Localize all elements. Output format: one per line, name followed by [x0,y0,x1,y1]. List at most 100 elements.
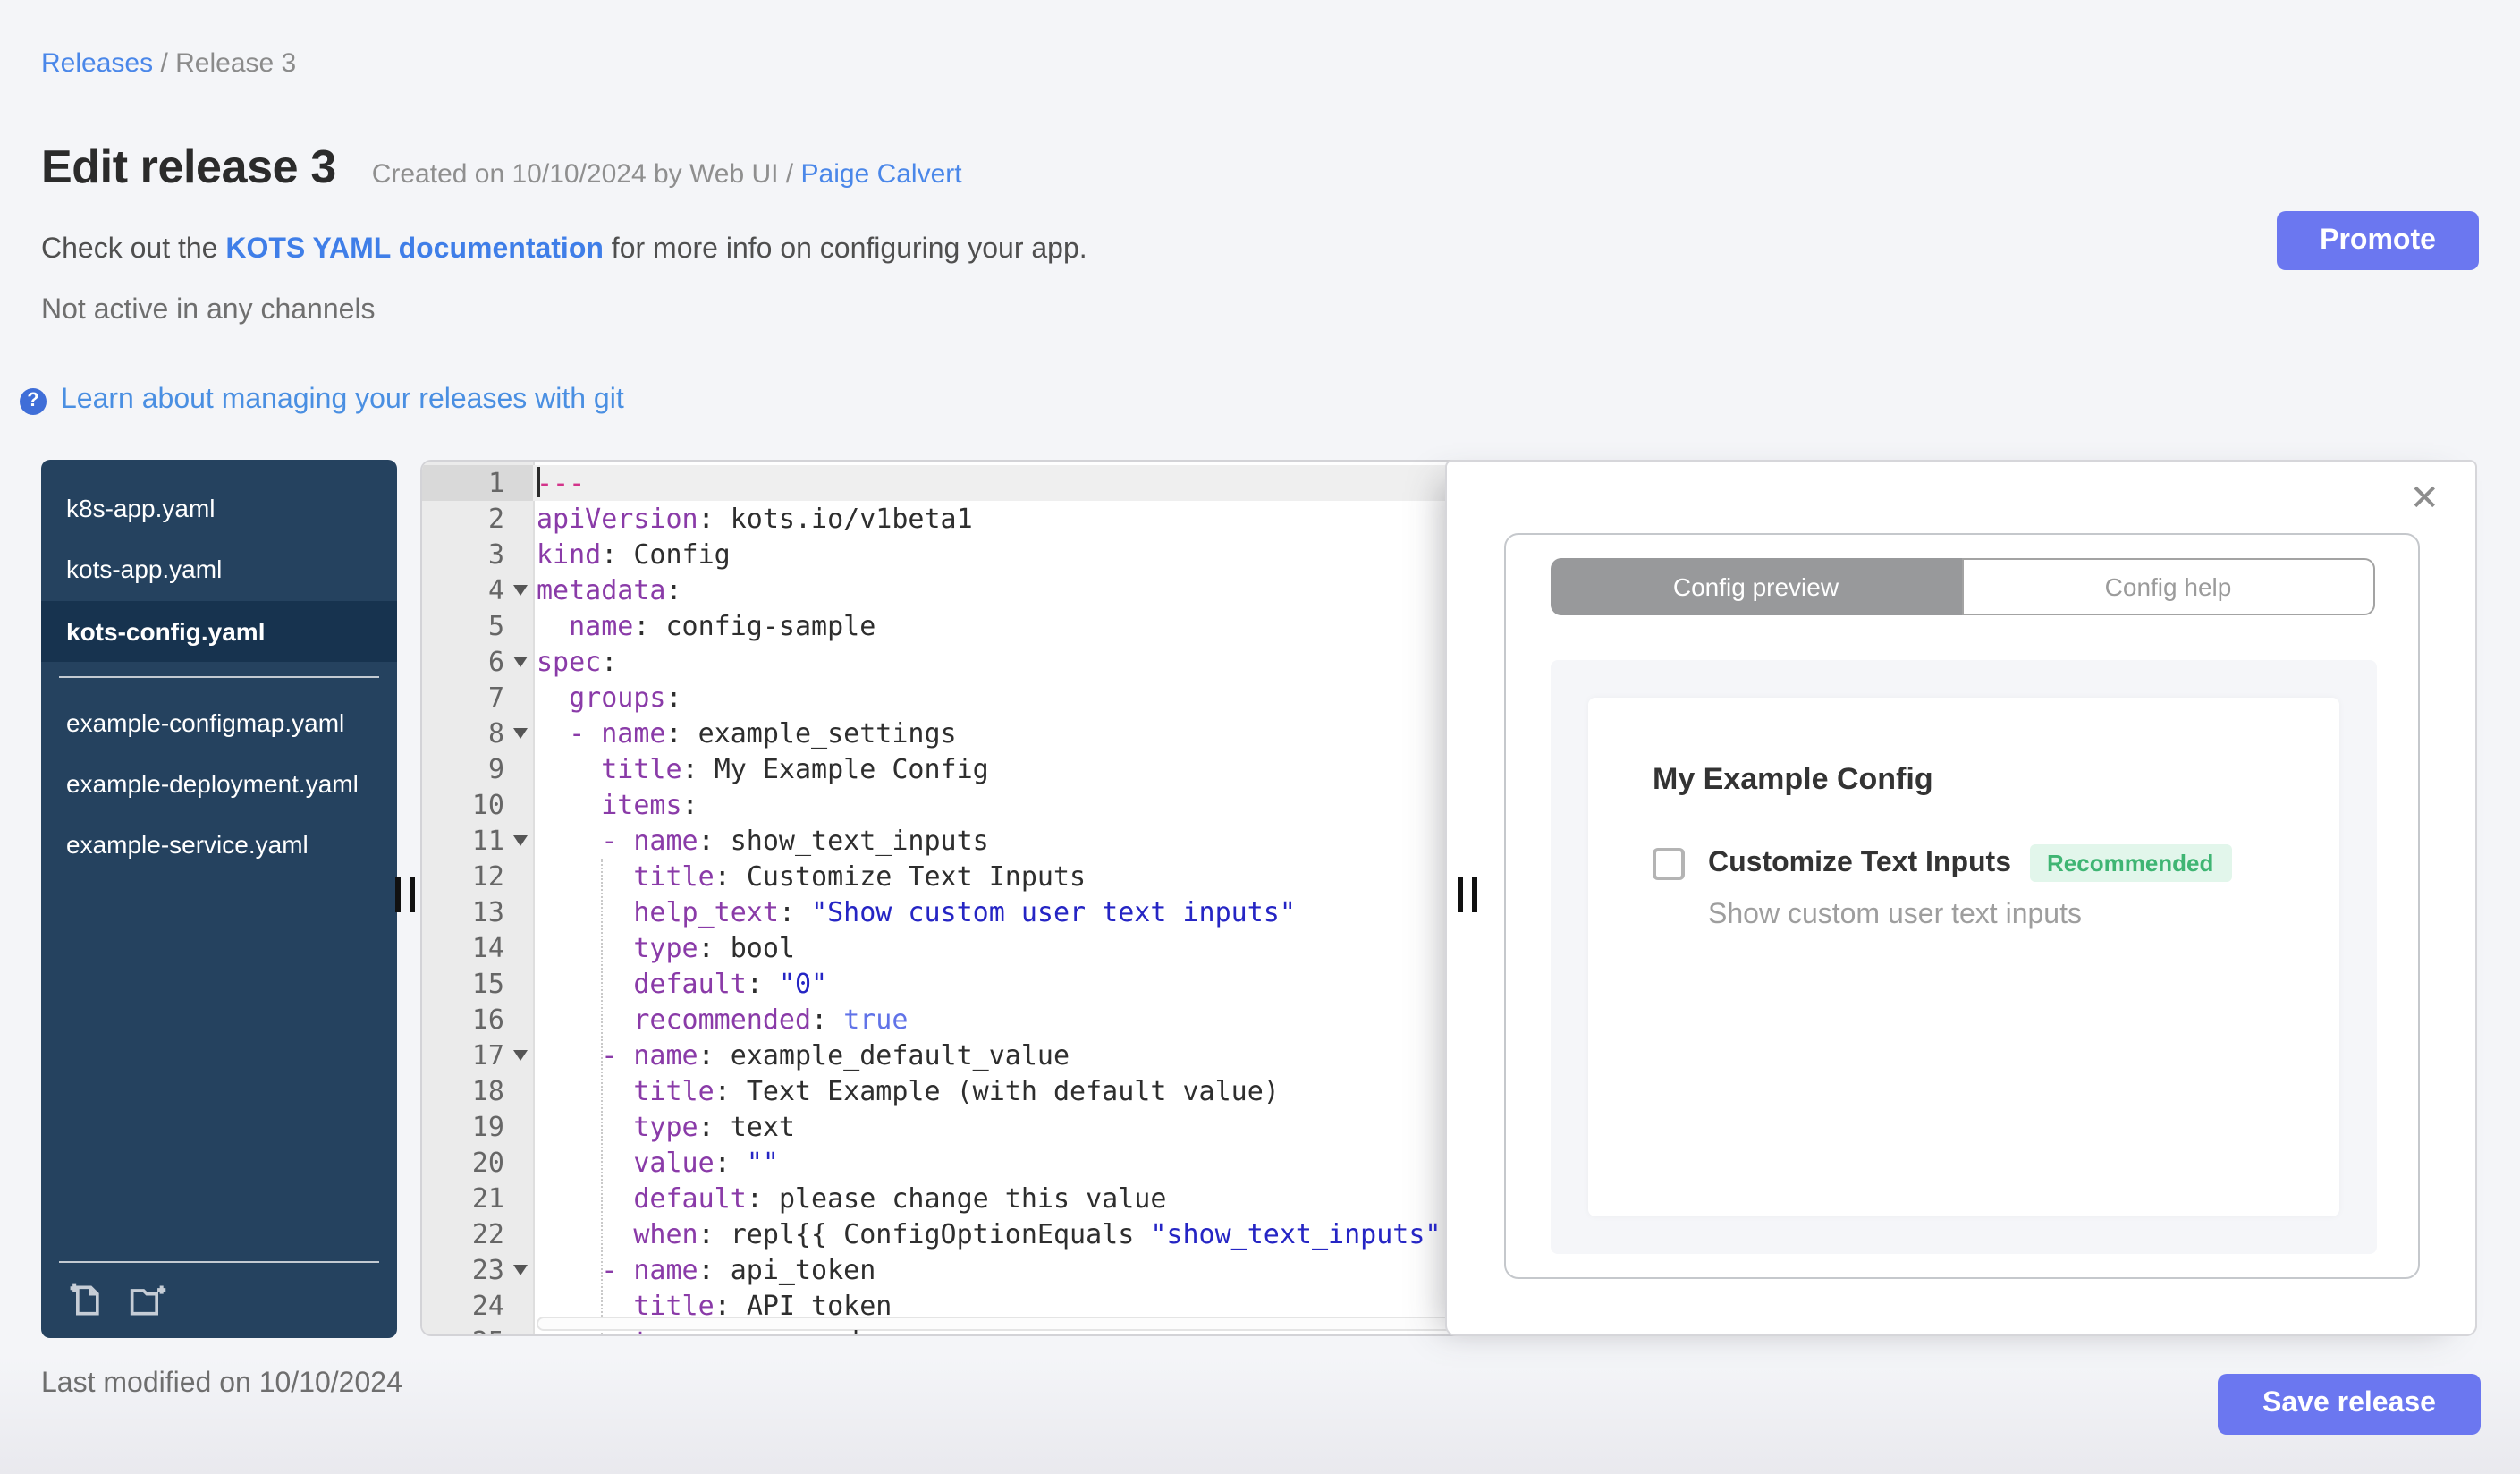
line-number: 11 [422,823,533,859]
fold-arrow-icon[interactable] [513,657,528,667]
line-number: 20 [471,1147,504,1179]
line-number: 17 [422,1038,533,1073]
file-item-example-deployment-yaml[interactable]: example-deployment.yaml [41,753,397,815]
documentation-note: Check out the KOTS YAML documentation fo… [41,234,1087,267]
code-text: title: My Example Config [601,753,989,785]
tab-config-preview[interactable]: Config preview [1551,558,1961,615]
config-item-row: Customize Text Inputs Recommended [1653,844,2275,882]
code-text: when: repl{{ ConfigOptionEquals "show_te… [633,1218,1442,1250]
code-text: help_text: "Show custom user text inputs… [633,896,1296,928]
line-number: 8 [422,716,533,751]
code-text: recommended: true [633,1004,909,1036]
channel-status: Not active in any channels [41,295,376,326]
promote-button[interactable]: Promote [2277,211,2479,270]
fold-arrow-icon[interactable] [513,728,528,739]
file-list: k8s-app.yaml kots-app.yaml kots-config.yam… [41,478,397,877]
code-text: items: [601,789,698,821]
code-text: --- [537,467,586,499]
line-number: 21 [471,1182,504,1215]
fold-arrow-icon[interactable] [513,1265,528,1275]
text-cursor [537,467,540,497]
file-item-k8s-app-yaml[interactable]: k8s-app.yaml [41,478,397,539]
line-number: 9 [487,753,504,785]
customize-text-inputs-checkbox[interactable] [1653,847,1685,879]
code-text: metadata: [537,574,682,606]
file-item-kots-app-yaml[interactable]: kots-app.yaml [41,539,397,601]
line-number: 10 [471,789,504,821]
config-preview-box: Config preview Config help My Example Con… [1504,533,2420,1279]
breadcrumb-separator: / [160,48,176,79]
file-sidebar: k8s-app.yaml kots-app.yaml kots-config.yam… [41,460,397,1338]
code-text: name: config-sample [569,610,876,642]
file-item-kots-config-yaml[interactable]: kots-config.yaml [41,600,397,662]
code-text: title: Text Example (with default value) [633,1075,1280,1107]
breadcrumb-releases-link[interactable]: Releases [41,48,153,79]
line-number: 16 [471,1004,504,1036]
doc-prefix: Check out the [41,234,226,265]
config-group-card: My Example Config Customize Text Inputs … [1588,698,2339,1216]
recommended-badge: Recommended [2029,844,2232,882]
fold-arrow-icon[interactable] [513,585,528,596]
panel-resize-handle[interactable] [1458,877,1483,912]
breadcrumb: Releases / Release 3 [41,48,296,79]
kots-yaml-doc-link[interactable]: KOTS YAML documentation [225,234,604,265]
config-item-help: Show custom user text inputs [1708,900,2082,930]
line-number: 6 [422,644,533,680]
code-text: default: please change this value [633,1182,1167,1215]
fold-arrow-icon[interactable] [513,1050,528,1061]
code-text: - name: example_settings [569,717,957,750]
line-number: 2 [487,503,504,535]
add-file-icon[interactable] [66,1281,106,1320]
question-icon: ? [20,387,47,414]
config-backdrop: My Example Config Customize Text Inputs … [1551,660,2377,1254]
close-icon[interactable]: ✕ [2409,476,2440,521]
line-number: 3 [487,538,504,571]
code-text: groups: [569,682,682,714]
code-text: - name: api_token [601,1254,876,1286]
last-modified-text: Last modified on 10/10/2024 [41,1368,402,1399]
config-item-label: Customize Text Inputs [1708,847,2011,877]
line-number: 12 [471,860,504,893]
doc-suffix: for more info on configuring your app. [603,234,1087,265]
line-number: 4 [422,572,533,608]
code-text: spec: [537,646,618,678]
line-number: 22 [471,1218,504,1250]
code-text: apiVersion: kots.io/v1beta1 [537,503,973,535]
code-text: default: "0" [633,968,828,1000]
config-tabbar: Config preview Config help [1551,558,2375,615]
sidebar-footer [41,1261,397,1338]
created-info: Created on 10/10/2024 by Web UI / Paige … [372,159,962,190]
code-text: type: text [633,1111,795,1143]
config-group-title: My Example Config [1653,762,1933,796]
breadcrumb-current: Release 3 [175,48,297,79]
line-number: 23 [422,1252,533,1288]
line-number: 24 [471,1290,504,1322]
git-help-link[interactable]: Learn about managing your releases with … [61,385,624,417]
author-link[interactable]: Paige Calvert [801,159,962,190]
file-item-example-service-yaml[interactable]: example-service.yaml [41,815,397,877]
sidebar-resize-handle[interactable] [395,877,420,912]
git-help-row: ? Learn about managing your releases wit… [20,385,624,417]
created-prefix: Created on 10/10/2024 by Web UI / [371,159,801,190]
fold-arrow-icon[interactable] [513,835,528,846]
line-number: 18 [471,1075,504,1107]
line-number: 7 [487,682,504,714]
line-number: 19 [471,1111,504,1143]
line-number: 5 [487,610,504,642]
code-text: title: Customize Text Inputs [633,860,1087,893]
sidebar-actions [41,1277,397,1338]
code-text: type: password [533,1324,859,1334]
tab-config-help[interactable]: Config help [1961,558,2375,615]
save-release-button[interactable]: Save release [2218,1374,2481,1435]
add-folder-icon[interactable] [127,1281,170,1320]
code-text: type: bool [633,932,795,964]
page-title: Edit release 3 [41,140,336,193]
line-number: 13 [471,896,504,928]
code-text: - name: example_default_value [601,1039,1070,1072]
file-item-example-configmap-yaml[interactable]: example-configmap.yaml [41,692,397,754]
code-text: - name: show_text_inputs [601,825,989,857]
line-number: 14 [471,932,504,964]
code-text: kind: Config [537,538,731,571]
line-number: 1 [422,465,533,501]
sidebar-divider [59,675,379,678]
